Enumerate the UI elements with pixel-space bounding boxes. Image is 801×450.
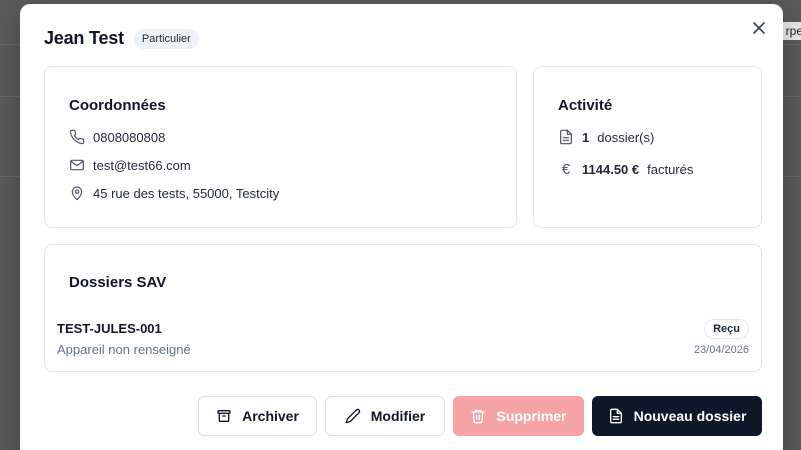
file-icon xyxy=(560,129,572,145)
address-row: 45 rue des tests, 55000, Testcity xyxy=(69,185,279,201)
new-dossier-button[interactable]: Nouveau dossier xyxy=(592,396,762,436)
euro-icon: € xyxy=(561,161,571,178)
close-button[interactable] xyxy=(749,18,769,38)
billed-amount-row: € 1144.50 € facturés xyxy=(558,161,694,178)
client-name: Jean Test xyxy=(44,28,124,48)
dossiers-count: 1 xyxy=(582,129,590,145)
trash-icon xyxy=(471,410,486,424)
delete-button[interactable]: Supprimer xyxy=(453,396,584,436)
close-icon xyxy=(753,22,765,34)
coordonnees-title: Coordonnées xyxy=(69,97,166,114)
email-value: test@test66.com xyxy=(93,157,191,173)
coordonnees-card: Coordonnées 0808080808 test@test66.com 4… xyxy=(44,66,517,228)
sav-dossier-item[interactable]: TEST-JULES-001 Appareil non renseigné Re… xyxy=(57,319,749,363)
new-dossier-label: Nouveau dossier xyxy=(633,408,747,424)
edit-label: Modifier xyxy=(370,408,426,424)
phone-row: 0808080808 xyxy=(69,129,165,145)
file-icon xyxy=(609,408,622,424)
dossiers-sav-card: Dossiers SAV TEST-JULES-001 Appareil non… xyxy=(44,244,762,372)
mail-icon xyxy=(70,159,84,171)
dossiers-sav-title: Dossiers SAV xyxy=(69,274,167,291)
archive-icon xyxy=(217,410,231,422)
phone-icon xyxy=(69,129,85,145)
delete-label: Supprimer xyxy=(496,408,567,424)
billed-amount: 1144.50 € xyxy=(582,162,640,177)
map-pin-icon xyxy=(71,186,83,201)
pencil-icon xyxy=(345,408,360,424)
client-detail-modal: Jean Test Particulier Coordonnées 080808… xyxy=(20,4,783,450)
dossier-date: 23/04/2026 xyxy=(693,344,749,356)
client-type-badge: Particulier xyxy=(133,28,199,49)
dossier-reference: TEST-JULES-001 xyxy=(57,321,162,336)
modal-header: Jean Test Particulier xyxy=(44,28,199,49)
status-badge: Reçu xyxy=(704,319,749,339)
dossier-device: Appareil non renseigné xyxy=(57,342,191,357)
archive-label: Archiver xyxy=(242,408,299,424)
archive-button[interactable]: Archiver xyxy=(198,396,317,436)
dossiers-label: dossier(s) xyxy=(597,129,655,145)
phone-value: 0808080808 xyxy=(93,129,166,145)
address-value: 45 rue des tests, 55000, Testcity xyxy=(93,185,280,201)
dossiers-count-row: 1 dossier(s) xyxy=(558,129,654,145)
email-row: test@test66.com xyxy=(69,157,191,173)
billed-label: facturés xyxy=(647,162,694,177)
activite-card: Activité 1 dossier(s) € 1144.50 € factur… xyxy=(533,66,762,228)
activite-title: Activité xyxy=(558,97,613,114)
edit-button[interactable]: Modifier xyxy=(325,396,445,436)
